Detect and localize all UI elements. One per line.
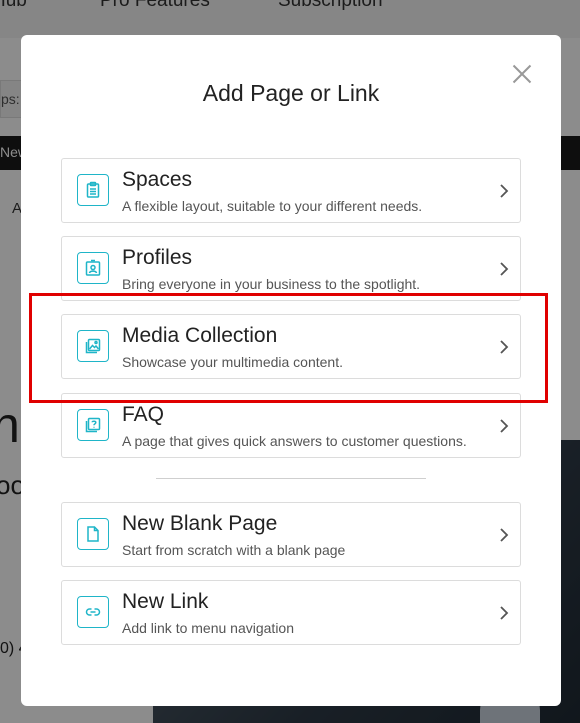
option-description: A flexible layout, suitable to your diff… <box>122 198 423 214</box>
option-description: A page that gives quick answers to custo… <box>122 433 467 449</box>
chevron-right-icon <box>500 606 509 620</box>
option-description: Start from scratch with a blank page <box>122 542 346 558</box>
profile-badge-icon <box>77 252 109 284</box>
chevron-right-icon <box>500 184 509 198</box>
highlight-box <box>29 293 548 403</box>
option-description: Bring everyone in your business to the s… <box>122 276 421 292</box>
divider <box>156 478 426 479</box>
option-title: Profiles <box>122 246 193 269</box>
question-icon <box>77 409 109 441</box>
chevron-right-icon <box>500 419 509 433</box>
option-title: New Link <box>122 590 209 613</box>
option-description: Add link to menu navigation <box>122 620 294 636</box>
option-title: Spaces <box>122 168 193 191</box>
clipboard-icon <box>77 174 109 206</box>
option-new-link[interactable]: New Link Add link to menu navigation <box>61 580 521 645</box>
option-spaces[interactable]: Spaces A flexible layout, suitable to yo… <box>61 158 521 223</box>
link-icon <box>77 596 109 628</box>
option-profiles[interactable]: Profiles Bring everyone in your business… <box>61 236 521 301</box>
chevron-right-icon <box>500 528 509 542</box>
chevron-right-icon <box>500 262 509 276</box>
option-title: FAQ <box>122 403 165 426</box>
option-new-blank-page[interactable]: New Blank Page Start from scratch with a… <box>61 502 521 567</box>
close-icon[interactable] <box>507 59 537 89</box>
blank-page-icon <box>77 518 109 550</box>
option-title: New Blank Page <box>122 512 278 535</box>
modal-title: Add Page or Link <box>202 80 380 106</box>
